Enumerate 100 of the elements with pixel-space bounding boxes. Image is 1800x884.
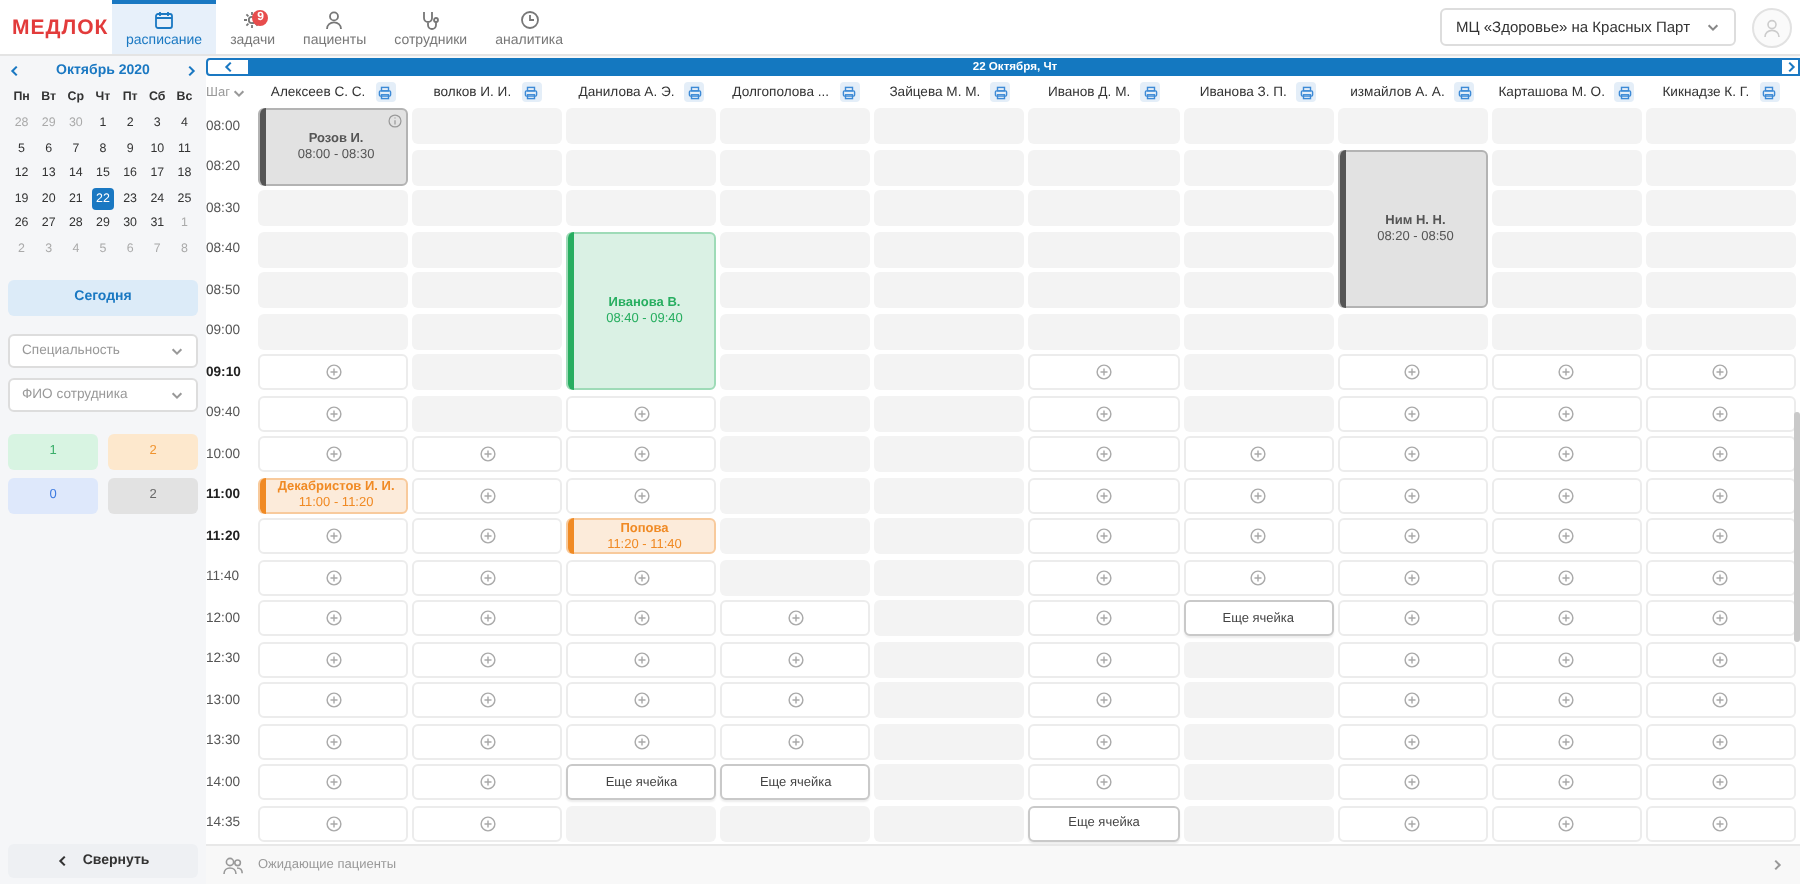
add-slot-button[interactable] (1491, 600, 1642, 636)
add-slot-button[interactable] (412, 518, 563, 554)
add-slot-button[interactable] (1337, 518, 1488, 554)
print-button[interactable] (1296, 82, 1317, 102)
add-slot-button[interactable] (258, 518, 409, 554)
add-slot-button[interactable] (1645, 641, 1796, 677)
print-button[interactable] (684, 82, 705, 102)
add-slot-button[interactable] (258, 395, 409, 431)
add-slot-button[interactable] (1337, 477, 1488, 513)
add-slot-button[interactable] (1645, 723, 1796, 759)
add-slot-button[interactable] (1028, 723, 1180, 759)
add-slot-button[interactable] (1337, 559, 1488, 595)
add-slot-button[interactable] (1028, 600, 1180, 636)
add-slot-button[interactable] (258, 723, 409, 759)
add-slot-button[interactable] (1337, 805, 1488, 841)
add-slot-button[interactable] (1028, 682, 1180, 718)
add-slot-button[interactable] (1491, 518, 1642, 554)
add-slot-button[interactable] (1491, 395, 1642, 431)
add-slot-button[interactable] (1645, 805, 1796, 841)
scrollbar[interactable] (1794, 412, 1800, 642)
add-slot-button[interactable] (1028, 641, 1180, 677)
add-slot-button[interactable] (1491, 641, 1642, 677)
add-slot-button[interactable] (1337, 641, 1488, 677)
next-day-button[interactable] (1780, 58, 1800, 76)
add-slot-button[interactable] (1491, 354, 1642, 390)
add-slot-button[interactable] (1028, 395, 1180, 431)
add-slot-button[interactable] (258, 764, 409, 800)
add-slot-button[interactable] (412, 682, 563, 718)
add-slot-button[interactable] (1491, 682, 1642, 718)
print-button[interactable] (1140, 82, 1161, 102)
print-button[interactable] (1454, 82, 1475, 102)
add-slot-button[interactable] (1337, 395, 1488, 431)
add-slot-button[interactable] (1183, 477, 1334, 513)
add-slot-button[interactable] (412, 477, 563, 513)
add-slot-button[interactable] (1645, 764, 1796, 800)
add-slot-button[interactable] (412, 723, 563, 759)
add-slot-button[interactable] (412, 436, 563, 472)
add-slot-button[interactable] (1491, 805, 1642, 841)
print-button[interactable] (521, 82, 542, 102)
print-button[interactable] (990, 82, 1011, 102)
print-button[interactable] (1614, 82, 1635, 102)
add-slot-button[interactable] (258, 436, 409, 472)
print-button[interactable] (1759, 82, 1780, 102)
add-slot-button[interactable] (1645, 436, 1796, 472)
previous-day-button[interactable] (206, 58, 250, 76)
add-slot-button[interactable] (1183, 559, 1334, 595)
add-slot-button[interactable] (1645, 518, 1796, 554)
avatar[interactable] (1752, 7, 1792, 47)
add-slot-button[interactable] (1337, 764, 1488, 800)
add-slot-button[interactable] (1028, 764, 1180, 800)
add-slot-button[interactable] (1645, 354, 1796, 390)
add-slot-button[interactable] (1337, 723, 1488, 759)
add-slot-button[interactable] (412, 559, 563, 595)
add-slot-button[interactable] (1337, 354, 1488, 390)
add-slot-button[interactable] (720, 723, 871, 759)
add-slot-button[interactable] (1645, 395, 1796, 431)
add-slot-button[interactable] (1028, 559, 1180, 595)
add-slot-button[interactable] (566, 723, 717, 759)
previous-month-button[interactable] (8, 64, 22, 78)
add-slot-button[interactable] (566, 436, 717, 472)
add-slot-button[interactable] (1028, 436, 1180, 472)
add-slot-button[interactable] (258, 641, 409, 677)
add-slot-button[interactable] (258, 559, 409, 595)
add-slot-button[interactable] (1491, 764, 1642, 800)
add-slot-button[interactable] (566, 395, 717, 431)
next-month-button[interactable] (183, 64, 198, 78)
add-slot-button[interactable] (1645, 600, 1796, 636)
add-slot-button[interactable] (258, 600, 409, 636)
add-slot-button[interactable] (1491, 723, 1642, 759)
add-slot-button[interactable] (1028, 354, 1180, 390)
print-button[interactable] (839, 82, 860, 102)
add-slot-button[interactable] (720, 600, 871, 636)
add-slot-button[interactable] (566, 559, 717, 595)
add-slot-button[interactable] (720, 641, 871, 677)
add-slot-button[interactable] (566, 477, 717, 513)
add-slot-button[interactable] (412, 805, 563, 841)
add-slot-button[interactable] (1183, 518, 1334, 554)
add-slot-button[interactable] (258, 354, 409, 390)
add-slot-button[interactable] (1491, 477, 1642, 513)
add-slot-button[interactable] (412, 641, 563, 677)
add-slot-button[interactable] (1491, 436, 1642, 472)
add-slot-button[interactable] (1645, 477, 1796, 513)
add-slot-button[interactable] (258, 805, 409, 841)
add-slot-button[interactable] (258, 682, 409, 718)
add-slot-button[interactable] (566, 600, 717, 636)
add-slot-button[interactable] (1028, 518, 1180, 554)
add-slot-button[interactable] (1645, 682, 1796, 718)
add-slot-button[interactable] (1028, 477, 1180, 513)
add-slot-button[interactable] (1337, 682, 1488, 718)
add-slot-button[interactable] (1183, 436, 1334, 472)
add-slot-button[interactable] (1645, 559, 1796, 595)
add-slot-button[interactable] (1337, 600, 1488, 636)
add-slot-button[interactable] (566, 682, 717, 718)
add-slot-button[interactable] (1337, 436, 1488, 472)
add-slot-button[interactable] (1491, 559, 1642, 595)
add-slot-button[interactable] (412, 600, 563, 636)
expand-button[interactable] (1770, 858, 1784, 872)
add-slot-button[interactable] (566, 641, 717, 677)
add-slot-button[interactable] (412, 764, 563, 800)
print-button[interactable] (375, 82, 396, 102)
